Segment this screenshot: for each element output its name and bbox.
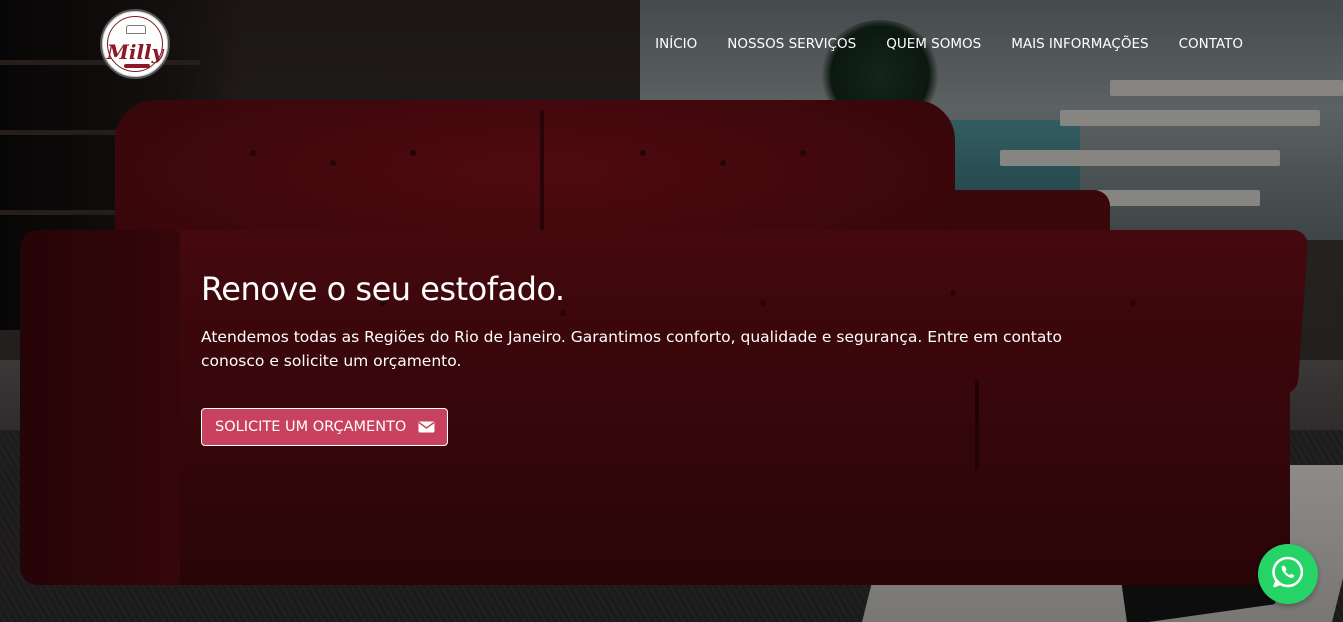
hero-description: Atendemos todas as Regiões do Rio de Jan… [201, 328, 1062, 370]
brand-logo[interactable]: Milly [100, 9, 170, 79]
whatsapp-icon [1270, 554, 1306, 594]
sofa-icon [126, 25, 146, 34]
nav-item-inicio[interactable]: INÍCIO [655, 36, 697, 52]
hero-title: Renove o seu estofado. [201, 270, 565, 308]
nav-item-servicos[interactable]: NOSSOS SERVIÇOS [727, 36, 856, 52]
nav-item-mais-informacoes[interactable]: MAIS INFORMAÇÕES [1011, 36, 1148, 52]
nav-item-contato[interactable]: CONTATO [1179, 36, 1243, 52]
request-quote-button[interactable]: SOLICITE UM ORÇAMENTO [201, 408, 449, 446]
main-navigation: INÍCIO NOSSOS SERVIÇOS QUEM SOMOS MAIS I… [625, 36, 1243, 52]
hero-section: Milly INÍCIO NOSSOS SERVIÇOS QUEM SOMOS … [0, 0, 1343, 622]
envelope-icon [418, 421, 435, 433]
whatsapp-button[interactable] [1258, 544, 1318, 604]
dark-overlay [0, 0, 1343, 622]
logo-text: Milly [106, 40, 164, 64]
request-quote-label: SOLICITE UM ORÇAMENTO [215, 419, 407, 435]
nav-item-quem-somos[interactable]: QUEM SOMOS [886, 36, 981, 52]
